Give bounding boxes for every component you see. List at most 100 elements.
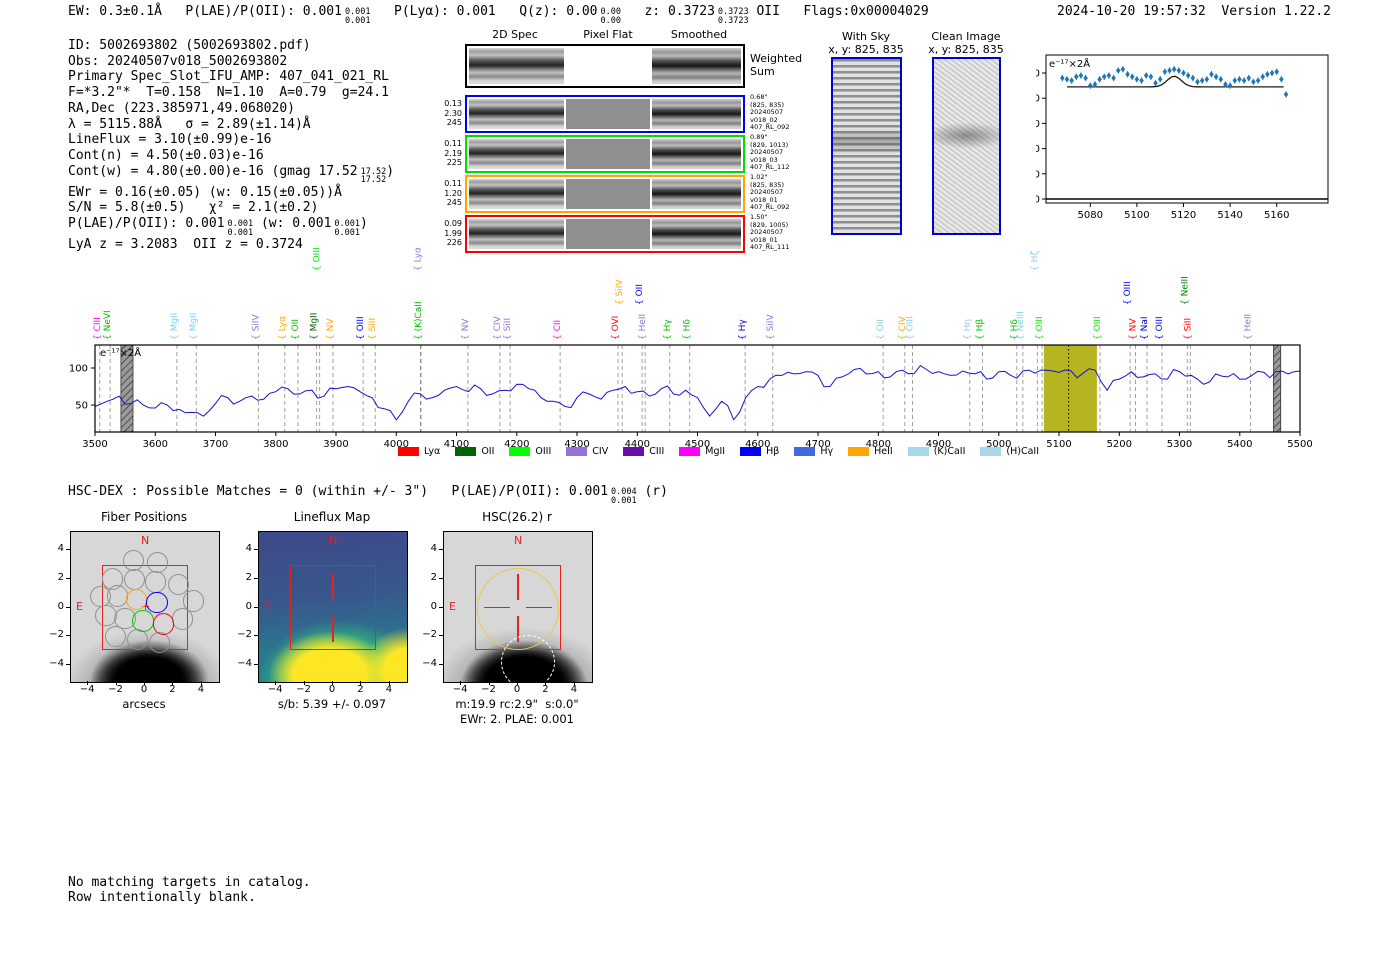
legend-entry: CIV [566,446,608,457]
legend-label: (H)CaII [1006,446,1040,457]
text-segment: Obs: 20240507v018_5002693802 [68,53,288,69]
fiber-row-weights: 0.09 1.99 226 [444,219,462,247]
svg-text:100: 100 [1036,69,1040,80]
panel-xtick-label: 0 [140,684,148,695]
svg-text:{ OVI: { OVI [611,316,621,340]
spectrum-svg: 501003500 3600 3700 3800 3900 4000 4100 4200 430… [69,247,1313,450]
fiber-smoothed-image [652,179,741,209]
svg-text:{ SiII: { SiII [368,318,378,340]
panel-ytick-label: 2 [245,571,252,583]
text-segment: (r) [636,484,668,499]
column-header-smoothed: Smoothed [670,28,728,41]
svg-text:5500: 5500 [1287,439,1312,448]
panel-xtick-mark [172,681,174,685]
panel-xtick-label: −2 [296,684,311,695]
text-segment: OII Flags:0x00004029 [748,4,929,19]
fiber-pixel-flat-image [566,99,650,129]
info-line: λ = 5115.88Å σ = 2.89(±1.14)Å [68,117,394,133]
stacked-uncertainty: 0.001 0.001 [334,220,360,237]
svg-text:20: 20 [1036,169,1040,180]
legend-label: MgII [705,446,726,457]
legend-color-swatch [509,447,531,456]
panel-ytick-label: −4 [237,658,252,670]
legend-entry: Hγ [794,446,833,457]
text-segment: Cont(w) = 4.80(±0.00)e-16 (gmag 17.52 [68,163,358,179]
report-version: Version 1.22.2 [1221,4,1331,19]
fiber-circle [148,631,170,654]
fiber-positions-xlabel: arcsecs [122,697,166,711]
text-segment: S/N = 5.8(±0.5) χ² = 2.1(±0.2) [68,200,319,216]
legend-entry: (K)CaII [907,446,966,457]
svg-text:{ SiIV: { SiIV [766,314,776,340]
panel-ytick-mark [66,635,70,637]
panel-xtick-label: −2 [108,684,123,695]
panel-xtick-mark [303,681,305,685]
zoom-plot-svg: 0 20 40 60 80 100 5080 5100 5120 5140 5160 e⁻¹⁷×2Å [1021,54,1329,221]
fiber-row-weights: 0.11 2.19 225 [444,139,462,167]
lineflux-map-title: Lineflux Map [293,510,371,524]
svg-text:{ NV: { NV [1129,318,1139,340]
svg-text:{ SiIV: { SiIV [615,279,625,305]
svg-text:60: 60 [1036,119,1040,130]
svg-text:{ SiIV: { SiIV [251,314,261,340]
legend-entry: OIII [509,446,551,457]
stacked-uncertainty: 17.52 17.52 [361,168,387,185]
compass-east-label: E [449,599,456,613]
svg-text:5120: 5120 [1171,210,1196,221]
text-segment: RA,Dec (223.385971,49.068020) [68,100,295,116]
svg-text:{ NV: { NV [461,318,471,340]
meta-spacer [1206,4,1222,19]
stacked-uncertainty: 0.3723 0.3723 [718,8,749,25]
stacked-uncertainty: 0.00 0.00 [601,8,621,25]
report-timestamp: 2024-10-20 19:57:32 [1057,4,1206,19]
panel-ytick-label: 0 [57,600,64,612]
panel-xtick-mark [144,681,145,685]
panel-xtick-label: 4 [197,684,205,695]
legend-entry: Lyα [398,446,440,457]
panel-ytick-label: −2 [237,629,252,641]
svg-text:3900: 3900 [323,439,348,448]
svg-text:5080: 5080 [1078,210,1103,221]
svg-text:{ Hγ: { Hγ [663,319,673,340]
text-segment: EW: 0.3±0.1Å P(LAE)/P(OII): 0.001 [68,4,342,19]
legend-entry: (H)CaII [980,446,1039,457]
panel-ytick-mark [254,606,258,608]
panel-xtick-label: 4 [385,684,393,695]
svg-text:5100: 5100 [1124,210,1149,221]
text-segment: ) [386,163,395,179]
legend-label: Lyα [424,446,441,457]
fiber-circle [126,628,148,651]
fiber-smoothed-image [652,99,741,129]
hsc-dex-summary: HSC-DEX : Possible Matches = 0 (within +… [68,484,668,505]
legend-entry: OII [455,446,494,457]
svg-text:5100: 5100 [1046,439,1071,448]
fiber-cutout-strip [465,95,745,133]
fiber-row-weights: 0.11 1.20 245 [444,179,462,207]
svg-text:{ MgII: { MgII [189,313,199,340]
svg-text:40: 40 [1036,144,1040,155]
legend-label: Hγ [820,446,834,457]
lower-value: 0.00 [600,15,621,26]
info-line: Primary Spec_Slot_IFU_AMP: 407_041_021_R… [68,69,394,85]
fiber-2d-spec-image [469,219,564,249]
svg-text:{ Hη: { Hη [963,319,973,340]
elixer-report-page: EW: 0.3±0.1Å P(LAE)/P(OII): 0.001 0.001 0.… [0,0,1400,953]
svg-text:{ NeIII: { NeIII [1180,276,1190,305]
panel-xtick-mark [545,681,547,685]
fiber-circle [106,585,128,607]
legend-color-swatch [566,447,588,456]
header-meta: 2024-10-20 19:57:32 Version 1.22.2 [1057,4,1331,20]
panel-ytick-mark [66,548,70,550]
svg-text:{ Hδ: { Hδ [683,319,693,340]
svg-text:{ OIII: { OIII [1035,316,1045,340]
legend-color-swatch [907,447,929,456]
panel-ytick-label: 2 [57,571,64,583]
fiber-circle [132,610,154,632]
svg-text:{ OIII: { OIII [356,316,366,340]
info-line: F=*3.2"* T=0.158 N=1.10 A=0.79 g=24.1 [68,85,394,101]
legend-label: CIV [592,446,609,457]
legend-label: (K)CaII [933,446,966,457]
panel-xtick-mark [360,681,362,685]
weighted-sum-label-line2: Sum [750,65,775,78]
compass-north-label: N [514,534,523,547]
